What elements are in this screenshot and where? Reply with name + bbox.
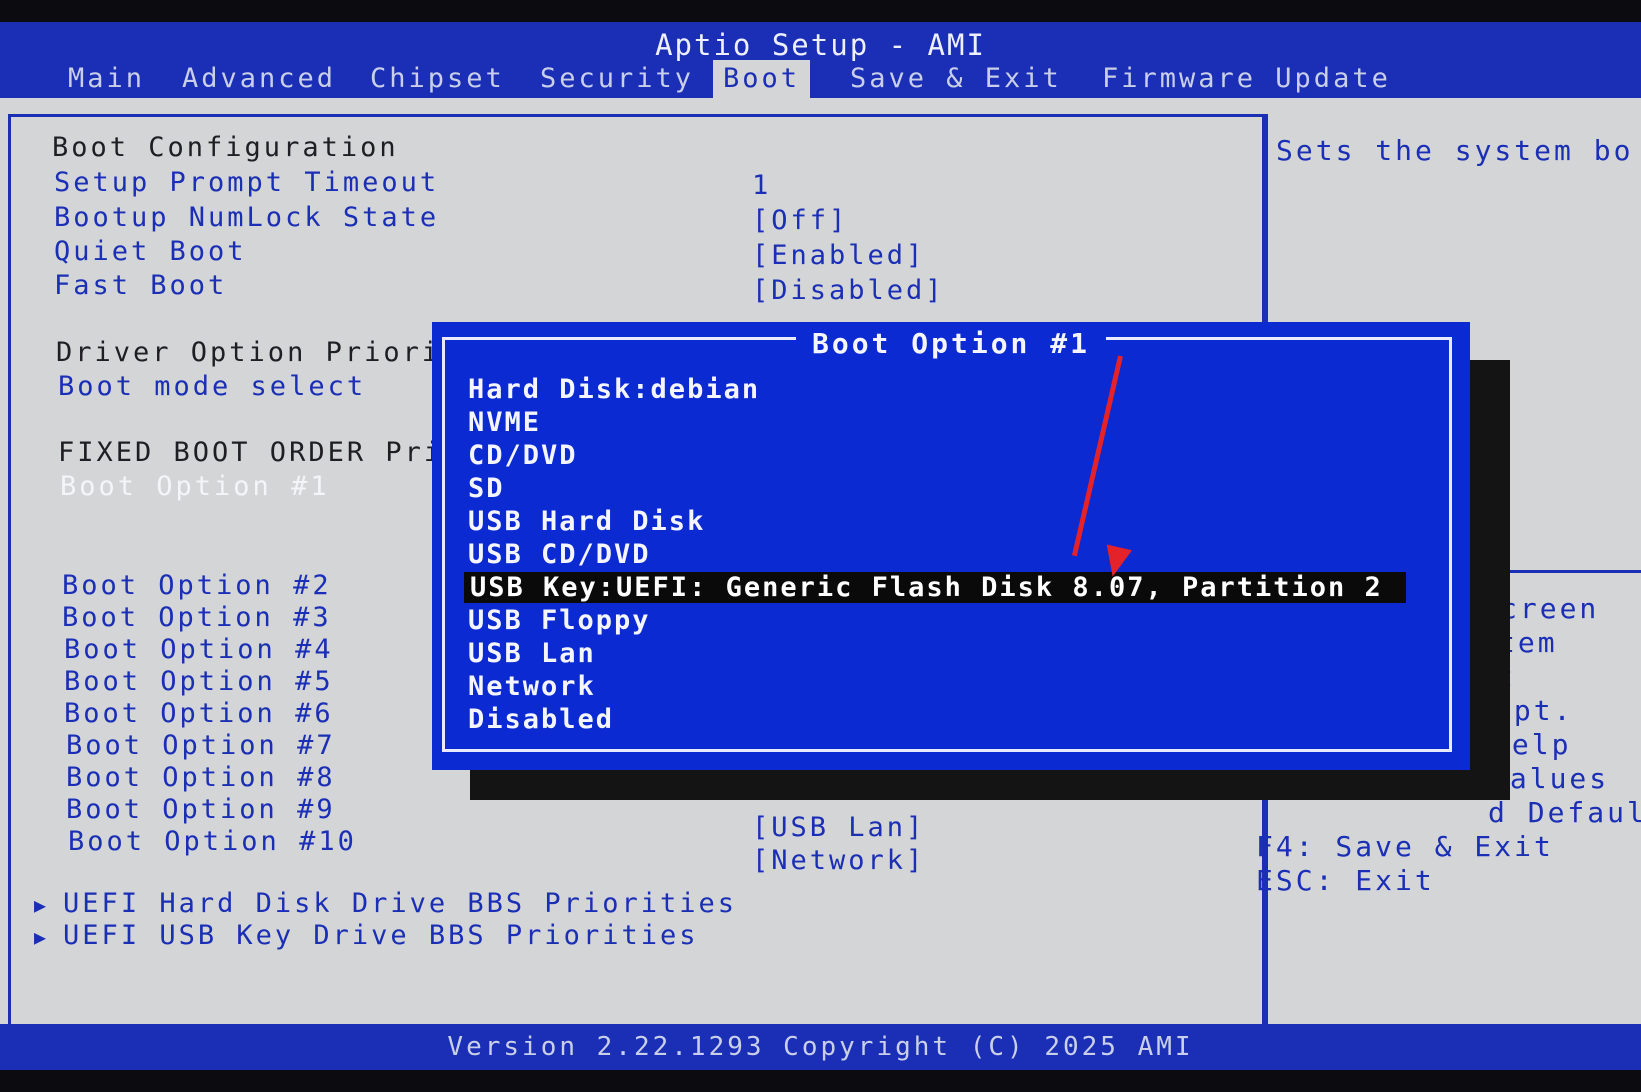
tab-boot[interactable]: Boot <box>713 60 811 98</box>
tab-chipset[interactable]: Chipset <box>360 60 515 98</box>
submenu-triangle-icon: ▶ <box>34 893 50 917</box>
help-key-screen: creen <box>1500 592 1600 625</box>
help-key-optimized-defaults: d Defaul <box>1488 796 1641 829</box>
popup-option-selected[interactable]: USB Key:UEFI: Generic Flash Disk 8.07, P… <box>464 572 1406 603</box>
bootup-numlock-state-label[interactable]: Bootup NumLock State <box>54 202 439 233</box>
popup-option[interactable]: Hard Disk:debian <box>468 374 760 405</box>
section-boot-configuration: Boot Configuration <box>52 132 399 163</box>
help-description: Sets the system bo <box>1276 134 1634 167</box>
tab-firmware-update[interactable]: Firmware Update <box>1092 60 1401 98</box>
boot-mode-select-label[interactable]: Boot mode select <box>58 371 366 402</box>
submenu-uefi-hard-disk[interactable]: ▶ UEFI Hard Disk Drive BBS Priorities <box>34 888 737 919</box>
popup-title: Boot Option #1 <box>795 327 1106 360</box>
popup-option[interactable]: USB CD/DVD <box>468 539 651 570</box>
boot-option-popup: Boot Option #1 Hard Disk:debian NVME CD/… <box>432 322 1470 770</box>
tab-advanced[interactable]: Advanced <box>172 60 346 98</box>
bootup-numlock-state-value[interactable]: [Off] <box>752 205 848 236</box>
submenu-uefi-hard-disk-label: UEFI Hard Disk Drive BBS Priorities <box>63 888 737 919</box>
help-key-f4: F4: Save & Exit <box>1256 830 1554 863</box>
boot-option-8-label[interactable]: Boot Option #8 <box>66 762 336 793</box>
boot-option-9-label[interactable]: Boot Option #9 <box>66 794 336 825</box>
section-driver-option-priorities: Driver Option Priori <box>56 337 442 368</box>
boot-option-1-label[interactable]: Boot Option #1 <box>60 471 330 502</box>
boot-option-10-label[interactable]: Boot Option #10 <box>68 826 357 857</box>
help-key-esc: ESC: Exit <box>1256 864 1435 897</box>
app-title: Aptio Setup - AMI <box>655 28 986 62</box>
submenu-triangle-icon: ▶ <box>34 925 50 949</box>
header-bar: Aptio Setup - AMI Main Advanced Chipset … <box>0 22 1641 98</box>
fast-boot-label[interactable]: Fast Boot <box>54 270 227 301</box>
tab-main[interactable]: Main <box>58 60 155 98</box>
popup-title-bar: Boot Option #1 <box>432 327 1470 360</box>
popup-option[interactable]: SD <box>468 473 505 504</box>
setup-prompt-timeout-label[interactable]: Setup Prompt Timeout <box>54 167 439 198</box>
boot-option-2-label[interactable]: Boot Option #2 <box>62 570 332 601</box>
popup-option[interactable]: Disabled <box>468 704 614 735</box>
boot-option-5-label[interactable]: Boot Option #5 <box>64 666 334 697</box>
boot-option-10-value[interactable]: [Network] <box>752 845 925 876</box>
popup-option[interactable]: CD/DVD <box>468 440 578 471</box>
section-fixed-boot-order: FIXED BOOT ORDER Pri <box>58 437 444 468</box>
boot-option-9-value[interactable]: [USB Lan] <box>752 812 925 843</box>
quiet-boot-label[interactable]: Quiet Boot <box>54 236 247 267</box>
popup-option[interactable]: USB Floppy <box>468 605 651 636</box>
boot-option-3-label[interactable]: Boot Option #3 <box>62 602 332 633</box>
footer-version: Version 2.22.1293 Copyright (C) 2025 AMI <box>0 1024 1641 1070</box>
popup-option[interactable]: NVME <box>468 407 541 438</box>
submenu-uefi-usb-key-label: UEFI USB Key Drive BBS Priorities <box>63 920 699 951</box>
submenu-uefi-usb-key[interactable]: ▶ UEFI USB Key Drive BBS Priorities <box>34 920 698 951</box>
tab-security[interactable]: Security <box>530 60 704 98</box>
boot-option-6-label[interactable]: Boot Option #6 <box>64 698 334 729</box>
fast-boot-value[interactable]: [Disabled] <box>752 275 945 306</box>
tab-save-exit[interactable]: Save & Exit <box>840 60 1072 98</box>
boot-option-7-label[interactable]: Boot Option #7 <box>66 730 336 761</box>
popup-option[interactable]: USB Lan <box>468 638 596 669</box>
boot-option-4-label[interactable]: Boot Option #4 <box>64 634 334 665</box>
setup-prompt-timeout-value[interactable]: 1 <box>752 170 771 201</box>
popup-option[interactable]: Network <box>468 671 596 702</box>
popup-option[interactable]: USB Hard Disk <box>468 506 705 537</box>
quiet-boot-value[interactable]: [Enabled] <box>752 240 925 271</box>
